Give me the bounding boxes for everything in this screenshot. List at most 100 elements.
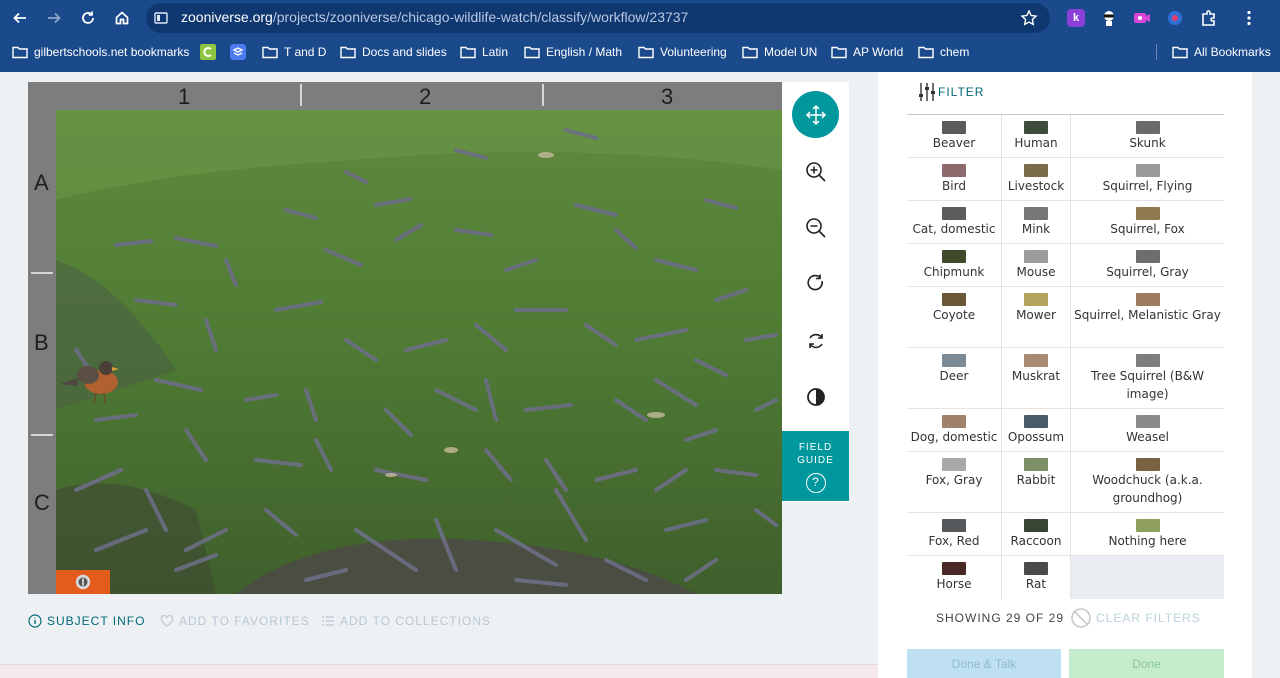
choice-deer[interactable]: Deer	[907, 348, 1002, 408]
bookmark-t-and-d[interactable]: T and D	[262, 43, 326, 61]
move-tool-button[interactable]	[792, 91, 839, 138]
choice-label: Mouse	[1016, 265, 1056, 279]
choice-thumbnail	[1135, 164, 1160, 177]
choice-thumbnail	[1024, 562, 1048, 575]
video-extension-icon[interactable]	[1133, 9, 1151, 27]
done-and-talk-button[interactable]: Done & Talk	[907, 649, 1061, 678]
url-host: zooniverse.org	[181, 9, 273, 25]
browser-menu-icon[interactable]	[1240, 9, 1258, 27]
choice-thumbnail	[1135, 458, 1160, 471]
choice-raccoon[interactable]: Raccoon	[1002, 513, 1071, 555]
choice-mower[interactable]: Mower	[1002, 287, 1071, 347]
choice-cat-domestic[interactable]: Cat, domestic	[907, 201, 1002, 243]
folder-icon	[742, 46, 758, 59]
choice-human[interactable]: Human	[1002, 115, 1071, 157]
choice-horse[interactable]: Horse	[907, 556, 1002, 599]
bookmark-chem[interactable]: chem	[918, 43, 969, 61]
filter-sliders-icon	[919, 83, 935, 101]
choice-bird[interactable]: Bird	[907, 158, 1002, 200]
bookmark-docs-and-slides[interactable]: Docs and slides	[340, 43, 447, 61]
choice-dog-domestic[interactable]: Dog, domestic	[907, 409, 1002, 451]
choice-squirrel-fox[interactable]: Squirrel, Fox	[1071, 201, 1224, 243]
zoom-out-button[interactable]	[792, 204, 839, 251]
invert-button[interactable]	[792, 373, 839, 420]
camera-info-icon	[75, 574, 91, 590]
choice-beaver[interactable]: Beaver	[907, 115, 1002, 157]
choice-coyote[interactable]: Coyote	[907, 287, 1002, 347]
choice-thumbnail	[942, 458, 966, 471]
choice-skunk[interactable]: Skunk	[1071, 115, 1224, 157]
choice-rabbit[interactable]: Rabbit	[1002, 452, 1071, 512]
record-extension-icon[interactable]	[1166, 9, 1184, 27]
home-button[interactable]	[109, 6, 135, 30]
choice-label: Raccoon	[1010, 534, 1062, 548]
all-bookmarks[interactable]: All Bookmarks	[1172, 43, 1271, 61]
bookmark-volunteering[interactable]: Volunteering	[638, 43, 727, 61]
subject-info-label: SUBJECT INFO	[47, 614, 146, 628]
subject-image[interactable]	[56, 110, 782, 594]
camera-info-button[interactable]	[56, 570, 110, 594]
bookmark-model-un[interactable]: Model UN	[742, 43, 817, 61]
subject-info-button[interactable]: SUBJECT INFO	[28, 614, 145, 628]
clear-filters-button[interactable]: CLEAR FILTERS	[1070, 607, 1201, 629]
choice-thumbnail	[1024, 293, 1048, 306]
camera-trap-photo	[56, 110, 782, 594]
zoom-in-button[interactable]	[792, 148, 839, 195]
bookmark-gilbertschools[interactable]: gilbertschools.net bookmarks	[12, 43, 189, 61]
choice-squirrel-flying[interactable]: Squirrel, Flying	[1071, 158, 1224, 200]
invert-icon	[806, 387, 825, 406]
bookmark-label: chem	[940, 45, 970, 59]
bookmark-latin[interactable]: Latin	[460, 43, 508, 61]
done-button[interactable]: Done	[1069, 649, 1224, 678]
reload-button[interactable]	[75, 6, 101, 30]
add-to-favorites-button[interactable]: ADD TO FAVORITES	[160, 614, 310, 628]
field-guide-label: GUIDE	[797, 455, 834, 466]
choice-fox-gray[interactable]: Fox, Gray	[907, 452, 1002, 512]
address-url[interactable]: zooniverse.org/projects/zooniverse/chica…	[181, 9, 688, 25]
choice-fox-red[interactable]: Fox, Red	[907, 513, 1002, 555]
forward-button[interactable]	[41, 6, 67, 30]
species-choices: Beaver Human Skunk Bird Livestock Squirr…	[907, 114, 1224, 599]
bookmark-star-icon[interactable]	[1020, 9, 1038, 27]
choice-tree-squirrel-bw[interactable]: Tree Squirrel (B&W image)	[1071, 348, 1224, 408]
choice-muskrat[interactable]: Muskrat	[1002, 348, 1071, 408]
add-to-collections-button[interactable]: ADD TO COLLECTIONS	[321, 614, 491, 628]
choice-label: Squirrel, Gray	[1106, 265, 1189, 279]
choice-mouse[interactable]: Mouse	[1002, 244, 1071, 286]
choice-thumbnail	[1135, 519, 1160, 532]
choice-opossum[interactable]: Opossum	[1002, 409, 1071, 451]
site-info-icon[interactable]	[154, 11, 168, 25]
choice-thumbnail	[942, 562, 966, 575]
filter-button[interactable]: FILTER	[918, 82, 984, 102]
choice-weasel[interactable]: Weasel	[1071, 409, 1224, 451]
back-button[interactable]	[7, 6, 33, 30]
bookmark-label: gilbertschools.net bookmarks	[34, 45, 190, 59]
choice-thumbnail	[942, 519, 966, 532]
bookmark-stack-extension[interactable]	[230, 43, 252, 61]
page-bottom-bar	[0, 664, 878, 678]
puzzle-glyph	[1202, 10, 1215, 26]
folder-icon	[340, 46, 356, 59]
choice-chipmunk[interactable]: Chipmunk	[907, 244, 1002, 286]
k-extension-icon[interactable]: k	[1067, 9, 1085, 27]
choice-mink[interactable]: Mink	[1002, 201, 1071, 243]
field-guide-button[interactable]: FIELD GUIDE ?	[782, 431, 849, 501]
choice-squirrel-melanistic-gray[interactable]: Squirrel, Melanistic Gray	[1071, 287, 1224, 347]
ninja-extension-icon[interactable]	[1100, 9, 1118, 27]
reset-button[interactable]	[792, 317, 839, 364]
extensions-puzzle-icon[interactable]	[1200, 9, 1218, 27]
add-to-collections-label: ADD TO COLLECTIONS	[340, 614, 491, 628]
bookmark-c-extension[interactable]	[200, 43, 222, 61]
bookmark-english-math[interactable]: English / Math	[524, 43, 622, 61]
choice-thumbnail	[1024, 519, 1048, 532]
bookmark-ap-world[interactable]: AP World	[831, 43, 903, 61]
choice-thumbnail	[1024, 164, 1048, 177]
address-bar[interactable]: zooniverse.org/projects/zooniverse/chica…	[146, 3, 1050, 33]
choice-livestock[interactable]: Livestock	[1002, 158, 1071, 200]
choice-rat[interactable]: Rat	[1002, 556, 1071, 599]
rotate-button[interactable]	[792, 260, 839, 307]
choice-nothing-here[interactable]: Nothing here	[1071, 513, 1224, 555]
choice-label: Chipmunk	[923, 265, 985, 279]
choice-woodchuck[interactable]: Woodchuck (a.k.a. groundhog)	[1071, 452, 1224, 512]
choice-squirrel-gray[interactable]: Squirrel, Gray	[1071, 244, 1224, 286]
